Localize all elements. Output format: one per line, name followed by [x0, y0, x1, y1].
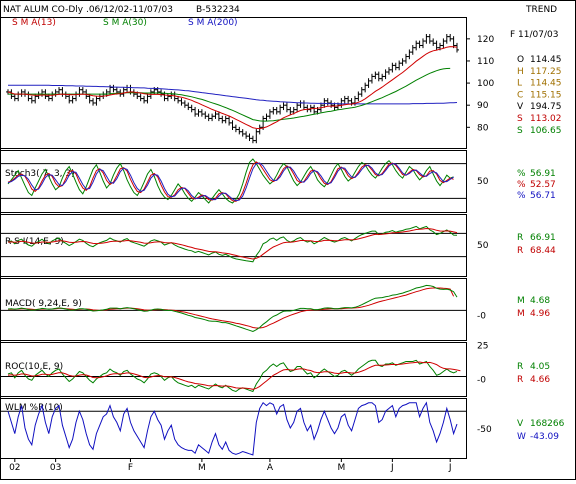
x-axis-label: M [337, 463, 345, 473]
last-date-label: F 11/07/03 [510, 30, 558, 40]
price-readout-value: 114.45 [530, 79, 562, 89]
stoch-tick-label: 50 [477, 177, 489, 187]
wlm-readout-value: -43.09 [530, 432, 559, 442]
x-axis-label: J [448, 463, 452, 473]
price-readout-label: S [517, 126, 523, 136]
price-tick-label: 100 [477, 79, 494, 89]
price-readout-value: 115.15 [530, 90, 562, 100]
x-axis-label: F [128, 463, 133, 473]
chart-canvas: NAT ALUM CO-Dly .06/12/02-11/07/03 B-532… [0, 0, 576, 480]
x-axis-label: 02 [9, 463, 20, 473]
wlm-readout-label: W [517, 432, 526, 442]
price-readout-value: 106.65 [530, 126, 562, 136]
technical-chart: NAT ALUM CO-Dly .06/12/02-11/07/03 B-532… [0, 0, 576, 480]
macd-title: MACD( 9,24,E, 9) [5, 299, 82, 309]
price-tick-label: 110 [477, 57, 494, 67]
stoch-readout-label: % [517, 169, 526, 179]
price-readout-label: O [517, 55, 524, 65]
roc-readout-label: R [517, 375, 523, 385]
x-axis-label: A [267, 463, 274, 473]
price-tick-label: 120 [477, 35, 494, 45]
legend-sma30: S M A(30) [103, 18, 147, 28]
x-axis-label: M [198, 463, 206, 473]
wlm-readout-label: V [517, 419, 524, 429]
price-readout-label: S [517, 114, 523, 124]
trend-label: TREND [525, 5, 557, 15]
x-axis-label: 03 [50, 463, 61, 473]
macd-tick-label: -0 [477, 311, 486, 321]
price-readout-label: C [517, 90, 523, 100]
chart-background [0, 0, 576, 480]
stoch-readout-label: % [517, 191, 526, 201]
macd-readout-value: 4.96 [530, 309, 550, 319]
rsi-readout-label: R [517, 233, 523, 243]
roc-tick-label: 25 [477, 341, 488, 351]
stock-code: B-532234 [196, 5, 240, 15]
price-readout-label: H [517, 67, 524, 77]
chart-title: NAT ALUM CO-Dly .06/12/02-11/07/03 [3, 5, 173, 15]
stoch-readout-value: 56.71 [530, 191, 556, 201]
stoch-readout-label: % [517, 180, 526, 190]
rsi-readout-label: R [517, 246, 523, 256]
price-readout-value: 194.75 [530, 102, 562, 112]
wlm-readout-value: 168266 [530, 419, 565, 429]
rsi-readout-value: 68.44 [530, 246, 556, 256]
roc-readout-label: R [517, 362, 523, 372]
stoch-readout-value: 56.91 [530, 169, 556, 179]
price-readout-label: L [517, 79, 522, 89]
x-axis-label: J [390, 463, 394, 473]
legend-sma13: S M A(13) [12, 18, 56, 28]
roc-title: ROC(10,E, 9) [5, 362, 63, 372]
price-readout-value: 117.25 [530, 67, 562, 77]
macd-readout-label: M [517, 296, 525, 306]
roc-readout-value: 4.66 [530, 375, 550, 385]
wlm-tick-label: -50 [477, 425, 492, 435]
roc-readout-value: 4.05 [530, 362, 550, 372]
roc-tick-label: -0 [477, 376, 486, 386]
price-readout-label: V [517, 102, 524, 112]
macd-readout-label: M [517, 309, 525, 319]
macd-readout-value: 4.68 [530, 296, 550, 306]
rsi-tick-label: 50 [477, 241, 489, 251]
price-readout-value: 114.45 [530, 55, 562, 65]
legend-sma200: S M A(200) [188, 18, 238, 28]
stoch-readout-value: 52.57 [530, 180, 556, 190]
price-tick-label: 80 [477, 123, 489, 133]
rsi-readout-value: 66.91 [530, 233, 556, 243]
price-tick-label: 90 [477, 101, 489, 111]
price-readout-value: 113.02 [530, 114, 562, 124]
